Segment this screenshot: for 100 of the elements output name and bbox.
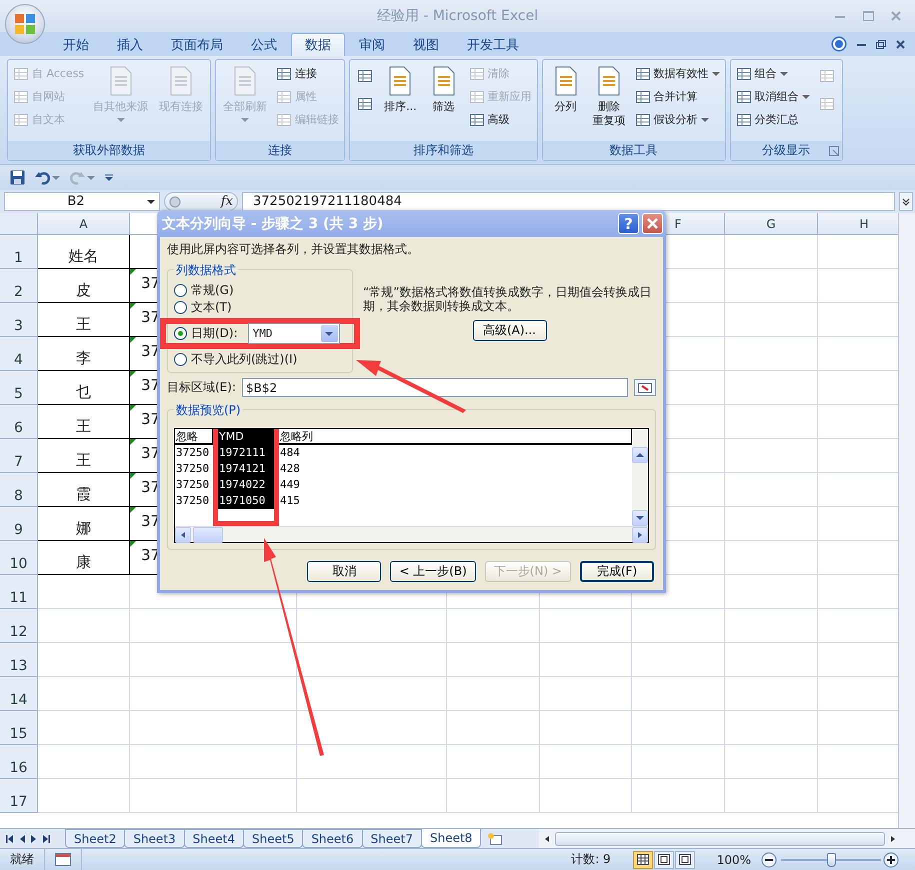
radio-button[interactable] xyxy=(174,353,187,366)
row-header[interactable]: 12 xyxy=(0,609,38,643)
radio-label: 不导入此列(跳过)(I) xyxy=(191,351,298,368)
ribbon-button[interactable]: 分类汇总 xyxy=(734,109,811,130)
view-button[interactable] xyxy=(674,850,695,868)
table-icon xyxy=(468,112,485,128)
date-format-dropdown[interactable]: YMD xyxy=(248,323,340,344)
row-header[interactable]: 2 xyxy=(0,269,38,303)
sheet-tab[interactable]: Sheet4 xyxy=(184,829,244,848)
column-header[interactable]: G xyxy=(725,213,818,235)
row-header[interactable]: 11 xyxy=(0,575,38,609)
ribbon-tab[interactable]: 公式 xyxy=(237,33,291,56)
ribbon-tab[interactable]: 插入 xyxy=(103,33,157,56)
sheet-tab[interactable]: Sheet3 xyxy=(124,829,185,848)
name-box[interactable]: B2 xyxy=(4,192,160,211)
plus-icon xyxy=(883,852,899,868)
row-header[interactable]: 15 xyxy=(0,711,38,745)
ribbon-button[interactable]: 分列 xyxy=(546,63,585,116)
macro-record-button[interactable] xyxy=(44,848,82,870)
ribbon-button[interactable]: 数据有效性 xyxy=(634,63,721,84)
collapse-dialog-button[interactable] xyxy=(634,379,656,396)
column-header[interactable]: H xyxy=(818,213,898,235)
radio-button[interactable] xyxy=(174,327,187,340)
dialog-button[interactable]: < 上一步(B) xyxy=(390,561,476,582)
row-header[interactable]: 3 xyxy=(0,303,38,337)
row-header[interactable]: 9 xyxy=(0,507,38,541)
scroll-down-button[interactable] xyxy=(632,510,648,526)
preview-column-header[interactable]: 忽略 xyxy=(175,429,213,445)
ribbon-button[interactable]: 连接 xyxy=(275,63,340,84)
destination-field[interactable]: $B$2 xyxy=(242,378,628,397)
sheet-tab[interactable]: Sheet7 xyxy=(362,829,422,848)
zoom-slider[interactable] xyxy=(781,850,881,868)
formula-field[interactable]: 372502197211180484 xyxy=(242,192,895,211)
ribbon-button[interactable]: 合并计算 xyxy=(634,86,721,107)
group-label: 数据工具 xyxy=(610,142,658,159)
close-button[interactable] xyxy=(642,213,663,234)
preview-cell: 1972111 xyxy=(218,445,274,461)
ribbon-button[interactable]: 删除 重复项 xyxy=(590,63,629,130)
ribbon-button[interactable]: 排序... xyxy=(381,63,420,116)
row-header[interactable]: 5 xyxy=(0,371,38,405)
dialog-button[interactable]: 完成(F) xyxy=(580,561,654,582)
ribbon-tab[interactable]: 开始 xyxy=(49,33,103,56)
ribbon-tab[interactable]: 开发工具 xyxy=(453,33,533,56)
row-header[interactable]: 16 xyxy=(0,745,38,779)
row-header[interactable]: 7 xyxy=(0,439,38,473)
column-header[interactable]: A xyxy=(38,213,130,235)
sheet-tab[interactable]: Sheet2 xyxy=(65,829,126,848)
zoom-out-button[interactable] xyxy=(761,850,779,868)
group-label: 连接 xyxy=(268,142,292,159)
view-button[interactable] xyxy=(632,850,653,868)
row-header[interactable]: 13 xyxy=(0,643,38,677)
zoom-in-button[interactable] xyxy=(883,850,901,868)
count-text: 计数: 9 xyxy=(570,851,612,868)
description-text: “常规”数据格式将数值转换成数字，日期值会转换成日期，其余数据则转换成文本。 xyxy=(363,285,652,314)
row-header[interactable]: 17 xyxy=(0,779,38,813)
ribbon-button[interactable]: 组合 xyxy=(734,63,811,84)
dialog-launcher[interactable] xyxy=(828,144,840,156)
scroll-thumb[interactable] xyxy=(193,526,223,542)
row-header[interactable]: 10 xyxy=(0,541,38,575)
row-header[interactable]: 1 xyxy=(0,235,38,269)
right-arrow-icon xyxy=(30,834,38,844)
advanced-button[interactable]: 高级(A)... xyxy=(472,320,546,341)
row-header[interactable]: 14 xyxy=(0,677,38,711)
scroll-right-button[interactable] xyxy=(632,526,648,542)
groupbox-legend: 数据预览(P) xyxy=(174,402,243,419)
insert-function-button[interactable]: fx xyxy=(220,194,233,209)
ribbon-button[interactable]: 取消组合 xyxy=(734,86,811,107)
radio-button[interactable] xyxy=(174,284,187,297)
sheet-tab[interactable]: Sheet5 xyxy=(242,829,304,848)
ribbon-tab[interactable]: 视图 xyxy=(399,33,453,56)
expand-button[interactable] xyxy=(899,192,913,211)
dialog-button[interactable]: 取消 xyxy=(307,561,382,582)
scroll-up-button[interactable] xyxy=(632,447,648,463)
ribbon-button[interactable]: 筛选 xyxy=(424,63,463,116)
ribbon-tab[interactable]: 数据 xyxy=(291,33,345,56)
preview-column-header[interactable]: 忽略列 xyxy=(279,429,632,445)
slider-thumb[interactable] xyxy=(827,852,836,866)
save-button[interactable] xyxy=(8,168,27,188)
sheet-tab[interactable]: Sheet8 xyxy=(420,829,482,848)
preview-column-header[interactable]: YMD xyxy=(218,429,274,445)
sheet-nav-button[interactable] xyxy=(30,834,38,844)
ribbon-tab[interactable]: 页面布局 xyxy=(157,33,237,56)
ribbon-tab[interactable]: 审阅 xyxy=(345,33,399,56)
error-indicator-icon xyxy=(130,507,136,513)
sheet-nav-button[interactable] xyxy=(18,834,26,844)
sheet-nav-button[interactable] xyxy=(42,834,50,844)
sheet-tab[interactable]: Sheet6 xyxy=(302,829,363,848)
radio-button[interactable] xyxy=(174,301,187,314)
row-header[interactable]: 4 xyxy=(0,337,38,371)
row-header[interactable]: 6 xyxy=(0,405,38,439)
sheet-nav-button[interactable] xyxy=(6,834,14,844)
scroll-left-button[interactable] xyxy=(175,526,191,542)
ribbon-button[interactable]: 高级 xyxy=(468,109,533,130)
help-button[interactable]: ? xyxy=(618,213,639,234)
scroll-thumb[interactable] xyxy=(555,832,885,846)
range-picker-icon xyxy=(638,382,652,392)
group-label: 分级显示 xyxy=(762,142,810,159)
row-header[interactable]: 8 xyxy=(0,473,38,507)
view-button[interactable] xyxy=(654,850,674,868)
ribbon-button[interactable]: 假设分析 xyxy=(634,109,721,130)
